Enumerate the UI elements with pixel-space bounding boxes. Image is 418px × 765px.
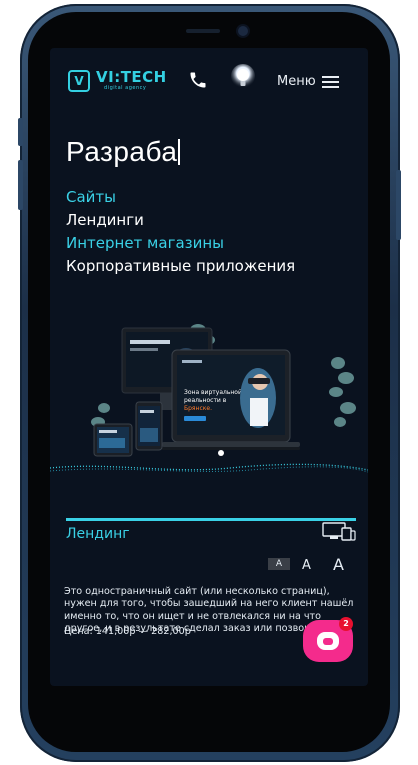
service-item-sites[interactable]: Сайты [66,188,116,206]
phone-side-button [18,118,23,146]
font-size-small-button[interactable]: A [268,558,290,570]
service-item-ecommerce[interactable]: Интернет магазины [66,234,224,252]
chat-notification-badge: 2 [339,617,353,631]
phone-side-button [18,160,23,210]
screen: V VI:TECH digital agency Меню Разраба Са… [50,48,368,686]
svg-text:Брянске.: Брянске. [184,405,212,412]
lightbulb-icon[interactable] [230,64,256,94]
text-caret [178,139,181,165]
logo-subtitle: digital agency [104,85,147,91]
devices-mockup-image: Зона виртуальной реальности в Брянске. [91,324,356,457]
svg-text:Зона виртуальной: Зона виртуальной [184,389,242,396]
section-title: Лендинг [66,526,130,542]
section-price: Цена: 141,00р — 282,00р [64,626,191,637]
phone-side-button [396,170,401,240]
section-divider [66,518,356,521]
svg-text:реальности в: реальности в [184,397,227,404]
chat-bubble-icon [317,632,339,650]
service-item-landings[interactable]: Лендинги [66,211,144,229]
service-item-corporate-apps[interactable]: Корпоративные приложения [66,257,295,275]
phone-speaker [186,29,220,33]
font-size-medium-button[interactable]: A [302,558,311,573]
front-camera [238,26,248,36]
dotted-wave-decoration [50,463,368,473]
menu-label[interactable]: Меню [277,74,316,89]
site-header: V VI:TECH digital agency Меню [50,48,368,112]
devices-icon [322,522,356,541]
phone-icon[interactable] [188,70,208,90]
hamburger-menu-icon[interactable] [322,76,339,88]
logo-mark[interactable]: V [68,70,90,92]
logo-text[interactable]: VI:TECH [96,68,167,86]
hero-typing-title: Разраба [66,136,181,168]
font-size-large-button[interactable]: A [333,555,344,574]
